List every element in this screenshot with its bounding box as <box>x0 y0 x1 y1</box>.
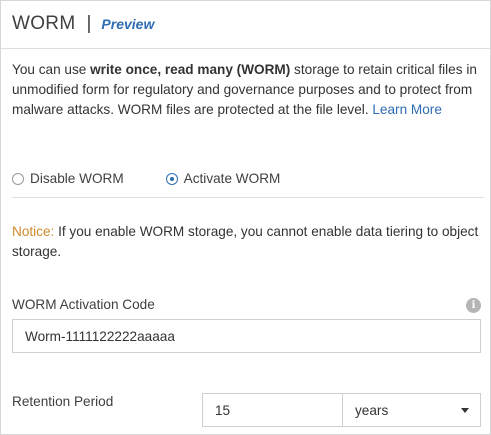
worm-mode-radio-group: Disable WORM Activate WORM <box>12 171 280 186</box>
description-text: You can use write once, read many (WORM)… <box>12 60 484 120</box>
activation-code-label: WORM Activation Code <box>12 297 155 312</box>
preview-badge: Preview <box>101 16 155 32</box>
notice-label: Notice: <box>12 224 55 239</box>
disable-worm-label: Disable WORM <box>30 171 124 186</box>
notice-text: Notice: If you enable WORM storage, you … <box>12 222 484 262</box>
retention-period-label: Retention Period <box>12 394 114 409</box>
retention-period-input[interactable] <box>202 393 343 427</box>
panel-header: WORM | Preview <box>12 11 154 37</box>
disable-worm-option[interactable]: Disable WORM <box>12 171 124 186</box>
notice-message: If you enable WORM storage, you cannot e… <box>12 224 479 259</box>
retention-unit-value: years <box>355 402 389 418</box>
learn-more-link[interactable]: Learn More <box>372 102 442 117</box>
header-divider <box>1 48 490 49</box>
activate-worm-label: Activate WORM <box>183 171 281 186</box>
panel-title: WORM <box>12 13 76 34</box>
info-icon[interactable]: i <box>466 298 481 313</box>
description-bold: write once, read many (WORM) <box>90 62 291 77</box>
activation-code-input[interactable] <box>12 319 481 353</box>
description-intro: You can use <box>12 62 91 77</box>
activate-worm-option[interactable]: Activate WORM <box>165 171 281 186</box>
activate-worm-radio[interactable] <box>165 172 178 185</box>
retention-unit-select[interactable]: years <box>342 393 481 427</box>
chevron-down-icon <box>461 407 469 413</box>
worm-panel: WORM | Preview You can use write once, r… <box>0 0 491 435</box>
disable-worm-radio[interactable] <box>12 172 24 185</box>
radio-divider <box>12 197 484 198</box>
title-separator: | <box>86 13 92 34</box>
